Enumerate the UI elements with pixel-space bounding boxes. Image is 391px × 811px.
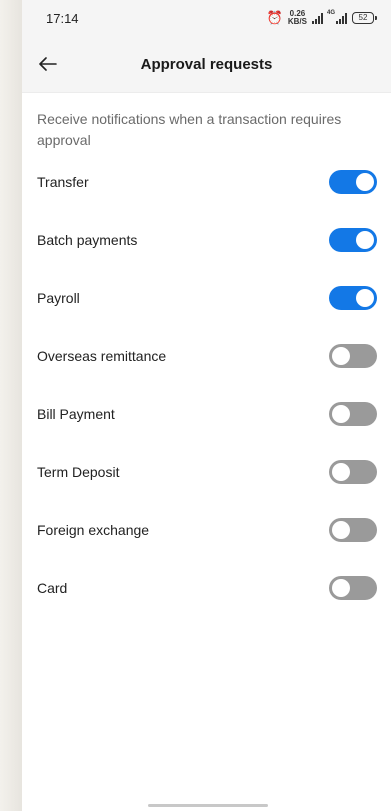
home-indicator[interactable]: [148, 804, 268, 807]
toggle-switch[interactable]: [329, 286, 377, 310]
item-label: Batch payments: [37, 232, 138, 248]
item-label: Foreign exchange: [37, 522, 150, 538]
list-item: Term Deposit: [22, 443, 391, 501]
toggle-switch[interactable]: [329, 344, 377, 368]
arrow-left-icon: [39, 57, 57, 71]
toggle-knob: [332, 405, 350, 423]
alarm-icon: ⏰: [266, 10, 283, 25]
toggle-switch[interactable]: [329, 402, 377, 426]
network-speed: 0.26 KB/S: [288, 10, 307, 26]
network-type-label: 4G: [327, 9, 336, 16]
toggle-knob: [332, 347, 350, 365]
toggle-switch[interactable]: [329, 518, 377, 542]
toggle-switch[interactable]: [329, 460, 377, 484]
list-item: Payroll: [22, 269, 391, 327]
status-time: 17:14: [46, 10, 79, 26]
toggle-knob: [332, 463, 350, 481]
status-icons: ⏰ 0.26 KB/S 4G 52: [267, 10, 377, 26]
item-label: Card: [37, 580, 68, 596]
toggle-knob: [356, 231, 374, 249]
signal-4g-icon: 4G: [327, 9, 347, 24]
status-bar: 17:14 ⏰ 0.26 KB/S 4G 52: [22, 0, 391, 36]
page-title: Approval requests: [140, 55, 273, 73]
toggle-knob: [356, 173, 374, 191]
list-item: Transfer: [22, 153, 391, 211]
battery-level: 52: [352, 12, 374, 24]
list-item: Overseas remittance: [22, 327, 391, 385]
settings-content: Receive notifications when a transaction…: [22, 93, 391, 617]
phone-screen: 17:14 ⏰ 0.26 KB/S 4G 52 Approval request…: [22, 0, 391, 811]
signal-icon: [312, 12, 323, 24]
battery-icon: 52: [352, 12, 377, 24]
app-header: Approval requests: [22, 36, 391, 93]
list-item: Batch payments: [22, 211, 391, 269]
toggle-switch[interactable]: [329, 170, 377, 194]
toggle-knob: [356, 289, 374, 307]
list-item: Foreign exchange: [22, 501, 391, 559]
item-label: Overseas remittance: [37, 348, 167, 364]
back-button[interactable]: [36, 52, 60, 76]
toggle-knob: [332, 579, 350, 597]
item-label: Bill Payment: [37, 406, 115, 422]
item-label: Transfer: [37, 174, 89, 190]
toggle-knob: [332, 521, 350, 539]
network-speed-unit: KB/S: [287, 17, 307, 26]
toggle-switch[interactable]: [329, 576, 377, 600]
toggle-switch[interactable]: [329, 228, 377, 252]
item-label: Payroll: [37, 290, 80, 306]
item-label: Term Deposit: [37, 464, 120, 480]
list-item: Card: [22, 559, 391, 617]
list-item: Bill Payment: [22, 385, 391, 443]
description-text: Receive notifications when a transaction…: [37, 111, 342, 148]
approval-type-list: Transfer Batch payments Payroll Overseas re…: [22, 153, 391, 617]
